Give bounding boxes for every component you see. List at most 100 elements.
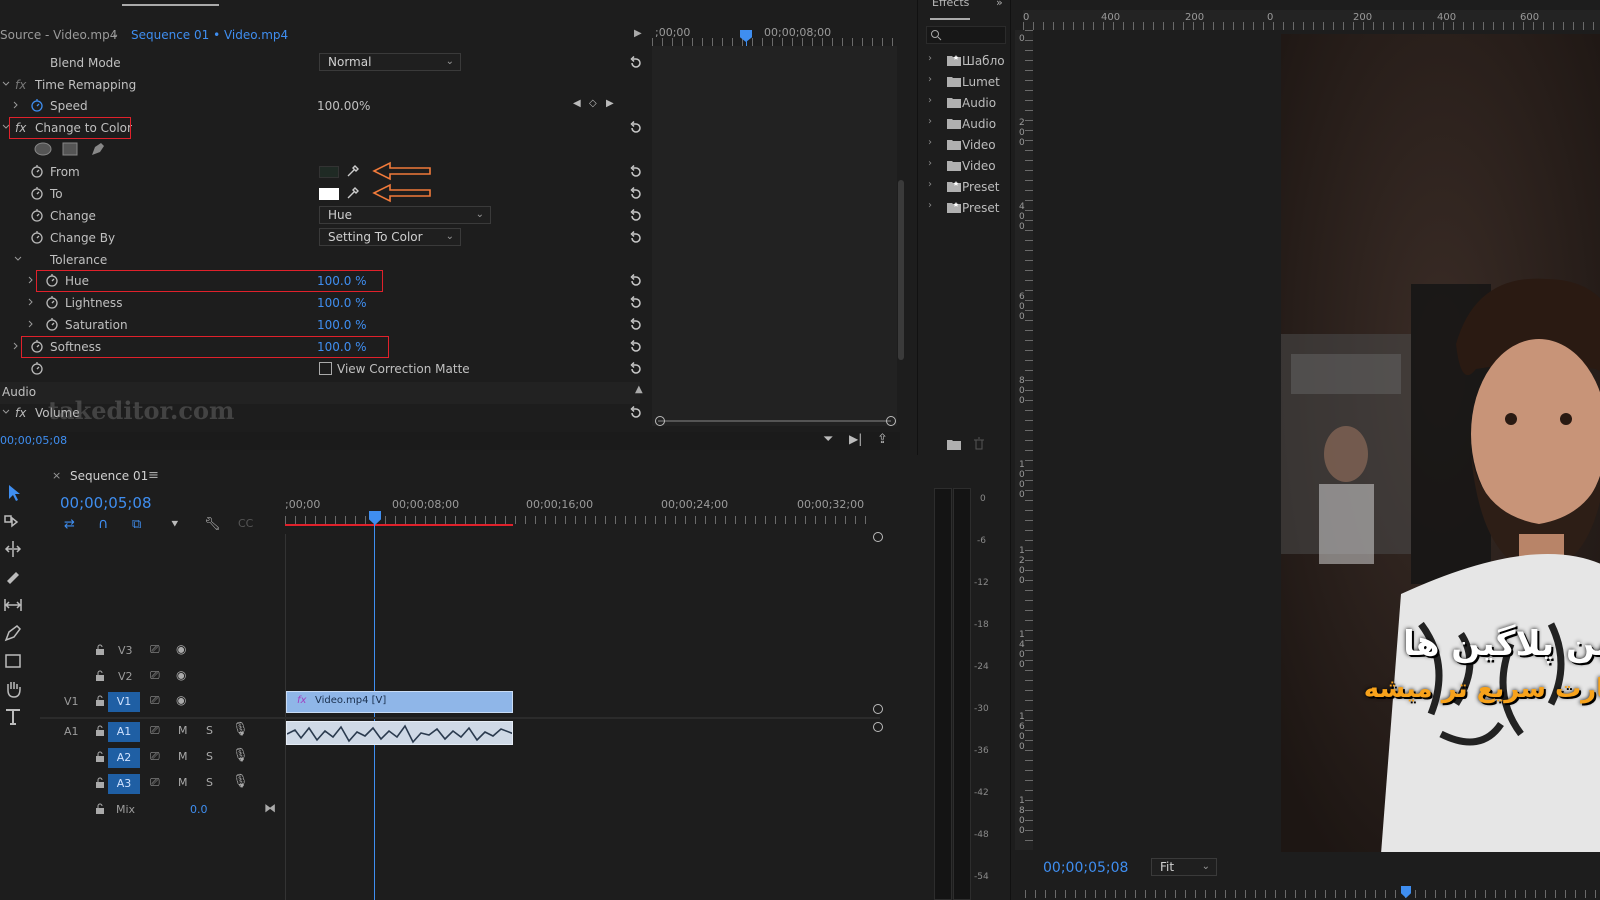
speed-value[interactable]: 100.00%: [317, 99, 370, 113]
hand-tool-icon[interactable]: [2, 678, 24, 700]
reset-icon[interactable]: [628, 120, 644, 136]
slip-tool-icon[interactable]: [2, 594, 24, 616]
change-dropdown[interactable]: Hue ⌄: [319, 206, 491, 224]
sequence-tab[interactable]: Sequence 01 • Video.mp4: [131, 28, 288, 42]
film-icon[interactable]: ⎚: [150, 668, 160, 683]
effects-list-item[interactable]: › Preset: [920, 177, 1000, 197]
type-tool-icon[interactable]: [2, 706, 24, 728]
effects-panel-title[interactable]: Effects: [932, 0, 969, 9]
linked-selection-icon[interactable]: ⧉: [132, 517, 141, 532]
selection-tool-icon[interactable]: [2, 482, 24, 504]
track-target-a3[interactable]: A3: [108, 774, 140, 794]
chevron-down-icon[interactable]: [14, 255, 22, 263]
chevron-right-icon[interactable]: [12, 101, 20, 109]
eye-icon[interactable]: ◉: [176, 693, 186, 707]
reset-icon[interactable]: [628, 273, 644, 289]
track-target-a2[interactable]: A2: [108, 748, 140, 768]
eye-icon[interactable]: ◉: [176, 668, 186, 682]
new-bin-icon[interactable]: [947, 438, 961, 450]
collapse-up-icon[interactable]: ▲: [635, 384, 643, 395]
pen-tool-icon[interactable]: [2, 622, 24, 644]
filter-icon[interactable]: ⏷: [823, 432, 833, 447]
fit-dropdown[interactable]: Fit ⌄: [1151, 858, 1217, 876]
solo-button[interactable]: S: [206, 724, 213, 737]
track-target-v1[interactable]: V1: [108, 692, 140, 712]
reset-icon[interactable]: [628, 230, 644, 246]
chevron-down-icon[interactable]: [2, 80, 10, 88]
lock-icon[interactable]: [94, 644, 106, 656]
film-icon[interactable]: ⎚: [150, 642, 160, 657]
play-only-icon[interactable]: ▶|: [849, 432, 862, 446]
snap-icon[interactable]: ∩: [98, 516, 108, 532]
from-color-swatch[interactable]: [319, 166, 339, 178]
stopwatch-icon[interactable]: [30, 186, 44, 200]
track-label[interactable]: V2: [118, 670, 133, 683]
track-select-tool-icon[interactable]: [2, 510, 24, 532]
lock-icon[interactable]: [94, 751, 106, 763]
solo-button[interactable]: S: [206, 776, 213, 789]
lock-icon[interactable]: [94, 670, 106, 682]
ellipse-mask-icon[interactable]: [34, 142, 52, 156]
microphone-icon[interactable]: 🎙︎: [232, 722, 249, 737]
to-color-swatch[interactable]: [319, 188, 339, 200]
lock-icon[interactable]: [94, 725, 106, 737]
effects-list-item[interactable]: › Video: [920, 156, 1000, 176]
film-icon[interactable]: ⎚: [150, 693, 160, 708]
add-keyframe-icon[interactable]: ◇: [589, 98, 597, 109]
saturation-value[interactable]: 100.0 %: [317, 318, 367, 332]
stopwatch-icon[interactable]: [30, 230, 44, 244]
pen-mask-icon[interactable]: [90, 141, 106, 157]
view-correction-checkbox[interactable]: [319, 362, 332, 375]
stopwatch-icon[interactable]: [45, 295, 59, 309]
rectangle-tool-icon[interactable]: [2, 650, 24, 672]
effect-timecode[interactable]: 00;00;05;08: [0, 434, 67, 447]
zoom-handle-left[interactable]: [655, 416, 665, 426]
vertical-scroll-handle[interactable]: [873, 704, 883, 714]
microphone-icon[interactable]: 🎙︎: [232, 774, 249, 789]
fx-icon[interactable]: fx: [15, 406, 26, 420]
reset-icon[interactable]: [628, 164, 644, 180]
tab-menu-icon[interactable]: ≡: [148, 468, 159, 483]
stopwatch-icon[interactable]: [30, 361, 44, 375]
film-icon[interactable]: ⎚: [150, 749, 160, 764]
zoom-handle-right[interactable]: [886, 416, 896, 426]
effects-list-item[interactable]: › Lumet: [920, 72, 1000, 92]
video-frame[interactable]: این پلاگین ها کارت سریع تر میشه: [1281, 34, 1600, 852]
source-patch-label[interactable]: A1: [64, 725, 79, 738]
microphone-icon[interactable]: 🎙︎: [232, 748, 249, 763]
chevron-right-icon[interactable]: [27, 320, 35, 328]
effects-list-item[interactable]: › Video: [920, 135, 1000, 155]
audio-clip[interactable]: [286, 721, 513, 745]
timeline-timecode[interactable]: 00;00;05;08: [60, 494, 152, 512]
reset-icon[interactable]: [628, 55, 644, 71]
program-mini-ruler[interactable]: [1025, 890, 1600, 898]
nest-icon[interactable]: ⇄: [64, 517, 75, 532]
wrench-icon[interactable]: 🔧︎: [204, 517, 221, 532]
export-icon[interactable]: ⇪: [877, 432, 888, 447]
blend-mode-dropdown[interactable]: Normal ⌄: [319, 53, 461, 71]
eyedropper-icon[interactable]: [346, 186, 360, 200]
lock-icon[interactable]: [94, 803, 106, 815]
chevron-down-icon[interactable]: [2, 408, 10, 416]
reset-icon[interactable]: [628, 208, 644, 224]
close-tab-icon[interactable]: ×: [52, 469, 61, 482]
next-keyframe-icon[interactable]: ▶: [606, 98, 614, 109]
go-to-end-icon[interactable]: ⧓: [264, 801, 276, 815]
add-marker-icon[interactable]: ⯆: [170, 517, 180, 532]
change-by-dropdown[interactable]: Setting To Color ⌄: [319, 228, 461, 246]
rectangle-mask-icon[interactable]: [62, 142, 78, 156]
effects-list-item[interactable]: › Preset: [920, 198, 1000, 218]
zoom-scroll-bar[interactable]: [658, 420, 891, 422]
effects-list-item[interactable]: › Audio: [920, 114, 1000, 134]
eyedropper-icon[interactable]: [346, 164, 360, 178]
mute-button[interactable]: M: [178, 776, 188, 789]
razor-tool-icon[interactable]: [2, 566, 24, 588]
reset-icon[interactable]: [628, 405, 644, 421]
vertical-scroll-handle[interactable]: [873, 722, 883, 732]
reset-icon[interactable]: [628, 339, 644, 355]
reset-icon[interactable]: [628, 361, 644, 377]
source-tab[interactable]: Source - Video.mp4: [0, 28, 117, 42]
program-timecode[interactable]: 00;00;05;08: [1043, 860, 1128, 876]
film-icon[interactable]: ⎚: [150, 723, 160, 738]
ripple-edit-tool-icon[interactable]: [2, 538, 24, 560]
